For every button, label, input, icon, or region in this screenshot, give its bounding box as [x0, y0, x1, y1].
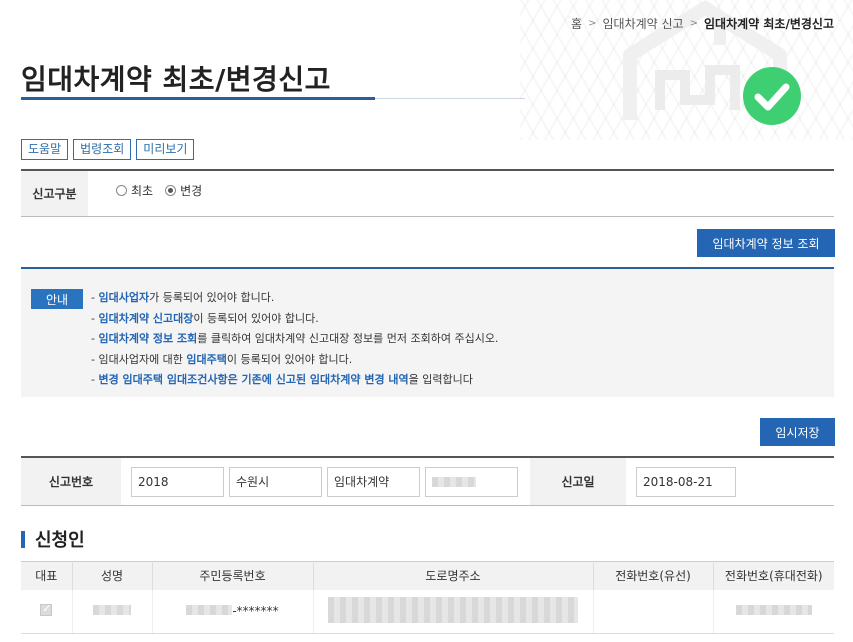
temp-save-button[interactable]: 임시저장 [760, 418, 835, 446]
title-underline [21, 97, 375, 100]
breadcrumb-home[interactable]: 홈 [571, 15, 582, 32]
radio-initial[interactable]: 최초 [116, 182, 153, 199]
radio-circle-selected[interactable] [165, 185, 177, 196]
rrn-cell: -******* [152, 589, 314, 634]
contract-lookup-button[interactable]: 임대차계약 정보 조회 [697, 229, 835, 257]
list-item: - 임대차계약 신고대장이 등록되어 있어야 합니다. [91, 311, 319, 325]
report-type-options: 최초 변경 [88, 171, 202, 216]
breadcrumb-level1[interactable]: 임대차계약 신고 [602, 15, 683, 32]
report-number-row: 신고번호 2018 수원시 임대차계약 신고일 2018-08-21 [21, 456, 834, 506]
col-mobile: 전화번호(휴대전화) [713, 561, 834, 590]
report-type-label: 신고구분 [21, 171, 88, 216]
applicant-table: 대표 성명 주민등록번호 도로명주소 전화번호(유선) 전화번호(휴대전화) -… [21, 561, 834, 634]
col-name: 성명 [72, 561, 153, 590]
address-cell [313, 589, 594, 634]
redacted-value [328, 596, 578, 623]
section-title-text: 신청인 [35, 530, 85, 551]
list-item: - 변경 임대주택 임대조건사항은 기존에 신고된 임대차계약 변경 내역을 입… [91, 373, 473, 386]
report-number-label: 신고번호 [21, 458, 121, 505]
mobile-cell [713, 589, 834, 634]
radio-initial-label: 최초 [131, 184, 154, 198]
applicant-section-title: 신청인 [21, 526, 85, 552]
report-city-field[interactable]: 수원시 [229, 466, 322, 497]
notice-list: - 임대사업자가 등록되어 있어야 합니다. - 임대차계약 신고대장이 등록되… [91, 289, 498, 392]
table-header-row: 대표 성명 주민등록번호 도로명주소 전화번호(유선) 전화번호(휴대전화) [21, 561, 834, 590]
report-year-field[interactable]: 2018 [131, 466, 224, 497]
report-date-field[interactable]: 2018-08-21 [636, 466, 736, 497]
tool-buttons: 도움말 법령조회 미리보기 [21, 139, 195, 160]
col-representative: 대표 [21, 561, 73, 590]
chevron-right-icon: > [689, 18, 698, 29]
col-rrn: 주민등록번호 [152, 561, 314, 590]
list-item: - 임대사업자에 대한 임대주택이 등록되어 있어야 합니다. [91, 352, 353, 366]
col-address: 도로명주소 [313, 561, 594, 590]
title-divider [375, 98, 525, 99]
representative-checkbox[interactable] [40, 602, 53, 616]
preview-button[interactable]: 미리보기 [136, 139, 195, 160]
redacted-value [93, 605, 131, 616]
help-button[interactable]: 도움말 [21, 139, 69, 160]
notice-badge: 안내 [31, 289, 83, 309]
report-date-label: 신고일 [530, 458, 626, 505]
redacted-value [735, 605, 812, 616]
report-type-row: 신고구분 최초 변경 [21, 169, 834, 217]
phone-cell [593, 589, 714, 634]
notice-box: 안내 - 임대사업자가 등록되어 있어야 합니다. - 임대차계약 신고대장이 … [21, 267, 834, 397]
redacted-value [432, 476, 476, 487]
report-serial-field[interactable] [425, 466, 518, 497]
report-kind-field[interactable]: 임대차계약 [327, 466, 420, 497]
breadcrumb: 홈 > 임대차계약 신고 > 임대차계약 최초/변경신고 [571, 15, 834, 32]
section-bar [21, 530, 25, 548]
breadcrumb-current: 임대차계약 최초/변경신고 [703, 17, 834, 31]
law-lookup-button[interactable]: 법령조회 [73, 139, 132, 160]
list-item: - 임대차계약 정보 조회를 클릭하여 임대차계약 신고대장 정보를 먼저 조회… [91, 332, 499, 345]
redacted-value [186, 605, 233, 616]
page-title: 임대차계약 최초/변경신고 [21, 63, 331, 96]
chevron-right-icon: > [588, 18, 597, 29]
radio-circle[interactable] [116, 185, 127, 196]
rrn-suffix: -******* [232, 604, 279, 619]
check-circle-icon [743, 67, 801, 125]
radio-change[interactable]: 변경 [165, 182, 202, 199]
col-phone: 전화번호(유선) [593, 561, 714, 590]
radio-change-label: 변경 [180, 184, 203, 198]
table-row: -******* [21, 589, 834, 634]
representative-cell [21, 589, 73, 634]
name-cell [72, 589, 153, 634]
list-item: - 임대사업자가 등록되어 있어야 합니다. [91, 291, 275, 304]
